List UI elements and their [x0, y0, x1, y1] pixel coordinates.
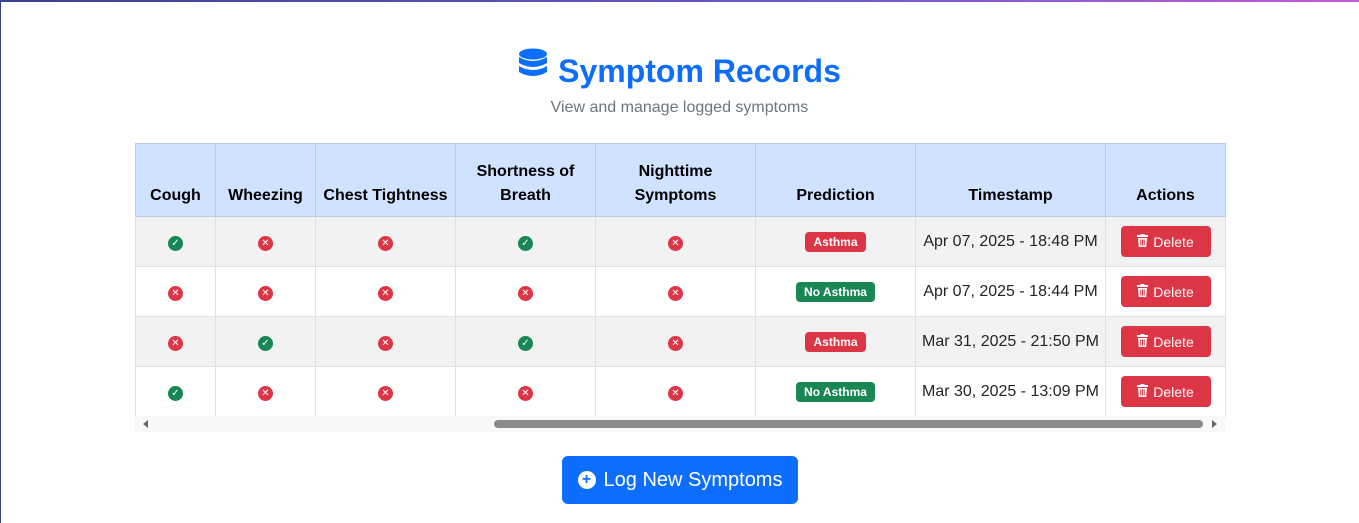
- cell-actions: Delete: [1105, 316, 1226, 367]
- column-header-wheezing: Wheezing: [215, 143, 316, 217]
- cell-shortness-of-breath: ✕: [455, 366, 596, 417]
- trash-icon: [1137, 233, 1149, 250]
- cell-actions: Delete: [1105, 216, 1226, 267]
- log-new-symptoms-label: Log New Symptoms: [603, 468, 783, 491]
- table-row: ✓ ✕ ✕ ✓ ✕ Asthma Apr 07, 2025 - 18:48 PM Delete: [135, 216, 1226, 267]
- cell-wheezing: ✕: [215, 216, 316, 267]
- prediction-badge: Asthma: [805, 231, 866, 252]
- prediction-badge: No Asthma: [796, 281, 875, 302]
- page-title: Symptom Records: [518, 48, 841, 93]
- column-header-nighttime-symptoms: Nighttime Symptoms: [595, 143, 756, 217]
- delete-button[interactable]: Delete: [1120, 326, 1211, 357]
- trash-icon: [1137, 333, 1149, 350]
- cell-chest-tightness: ✕: [315, 316, 456, 367]
- horizontal-scrollbar[interactable]: [135, 416, 1225, 432]
- delete-label: Delete: [1153, 233, 1194, 250]
- x-circle-icon: ✕: [258, 285, 273, 301]
- page-header: Symptom Records View and manage logged s…: [0, 48, 1359, 119]
- x-circle-icon: ✕: [258, 235, 273, 251]
- x-circle-icon: ✕: [378, 235, 393, 251]
- column-header-shortness-of-breath: Shortness of Breath: [455, 143, 596, 217]
- log-new-symptoms-button[interactable]: + Log New Symptoms: [562, 456, 798, 504]
- table-row: ✓ ✕ ✕ ✕ ✕ No Asthma Mar 30, 2025 - 13:09 PM Del…: [135, 366, 1226, 417]
- trash-icon: [1137, 283, 1149, 300]
- x-circle-icon: ✕: [378, 285, 393, 301]
- table-row: ✕ ✓ ✕ ✓ ✕ Asthma Mar 31, 2025 - 21:50 PM Delete: [135, 316, 1226, 367]
- records-table-container: Cough Wheezing Chest Tightness Shortness…: [135, 143, 1226, 417]
- cell-shortness-of-breath: ✕: [455, 266, 596, 317]
- cell-wheezing: ✕: [215, 366, 316, 417]
- cell-wheezing: ✕: [215, 266, 316, 317]
- x-circle-icon: ✕: [378, 335, 393, 351]
- x-circle-icon: ✕: [668, 385, 683, 401]
- x-circle-icon: ✕: [258, 385, 273, 401]
- check-circle-icon: ✓: [168, 385, 183, 401]
- x-circle-icon: ✕: [518, 385, 533, 401]
- check-circle-icon: ✓: [518, 335, 533, 351]
- cell-actions: Delete: [1105, 266, 1226, 317]
- symptom-records-table: Cough Wheezing Chest Tightness Shortness…: [135, 143, 1226, 417]
- cell-nighttime-symptoms: ✕: [595, 266, 756, 317]
- cell-wheezing: ✓: [215, 316, 316, 367]
- x-circle-icon: ✕: [668, 235, 683, 251]
- cell-chest-tightness: ✕: [315, 366, 456, 417]
- x-circle-icon: ✕: [168, 335, 183, 351]
- column-header-prediction: Prediction: [755, 143, 916, 217]
- delete-button[interactable]: Delete: [1120, 376, 1211, 407]
- plus-circle-icon: +: [577, 471, 596, 489]
- delete-label: Delete: [1153, 283, 1194, 300]
- page-title-text: Symptom Records: [558, 52, 841, 89]
- scrollbar-thumb[interactable]: [494, 420, 1203, 428]
- database-icon: [518, 48, 548, 93]
- x-circle-icon: ✕: [668, 335, 683, 351]
- cell-cough: ✓: [135, 366, 216, 417]
- delete-button[interactable]: Delete: [1120, 226, 1211, 257]
- check-circle-icon: ✓: [258, 335, 273, 351]
- x-circle-icon: ✕: [168, 285, 183, 301]
- column-header-timestamp: Timestamp: [915, 143, 1106, 217]
- scroll-right-arrow-icon[interactable]: [1212, 420, 1217, 428]
- prediction-badge: No Asthma: [796, 381, 875, 402]
- cell-nighttime-symptoms: ✕: [595, 366, 756, 417]
- cell-timestamp: Apr 07, 2025 - 18:48 PM: [915, 216, 1106, 267]
- delete-label: Delete: [1153, 333, 1194, 350]
- cell-nighttime-symptoms: ✕: [595, 316, 756, 367]
- cell-nighttime-symptoms: ✕: [595, 216, 756, 267]
- table-header-row: Cough Wheezing Chest Tightness Shortness…: [135, 143, 1226, 217]
- column-header-actions: Actions: [1105, 143, 1226, 217]
- cell-cough: ✓: [135, 216, 216, 267]
- delete-button[interactable]: Delete: [1120, 276, 1211, 307]
- cell-cough: ✕: [135, 266, 216, 317]
- x-circle-icon: ✕: [668, 285, 683, 301]
- table-row: ✕ ✕ ✕ ✕ ✕ No Asthma Apr 07, 2025 - 18:44 PM Del…: [135, 266, 1226, 317]
- column-header-chest-tightness: Chest Tightness: [315, 143, 456, 217]
- scroll-left-arrow-icon[interactable]: [143, 420, 148, 428]
- cell-prediction: No Asthma: [755, 366, 916, 417]
- prediction-badge: Asthma: [805, 331, 866, 352]
- cell-shortness-of-breath: ✓: [455, 216, 596, 267]
- cell-timestamp: Mar 31, 2025 - 21:50 PM: [915, 316, 1106, 367]
- cell-shortness-of-breath: ✓: [455, 316, 596, 367]
- check-circle-icon: ✓: [518, 235, 533, 251]
- trash-icon: [1137, 383, 1149, 400]
- delete-label: Delete: [1153, 383, 1194, 400]
- cell-cough: ✕: [135, 316, 216, 367]
- column-header-cough: Cough: [135, 143, 216, 217]
- top-accent-bar: [0, 0, 1359, 2]
- cell-timestamp: Mar 30, 2025 - 13:09 PM: [915, 366, 1106, 417]
- page-subtitle: View and manage logged symptoms: [550, 99, 809, 116]
- cell-chest-tightness: ✕: [315, 266, 456, 317]
- cell-actions: Delete: [1105, 366, 1226, 417]
- cell-prediction: Asthma: [755, 216, 916, 267]
- x-circle-icon: ✕: [378, 385, 393, 401]
- cell-chest-tightness: ✕: [315, 216, 456, 267]
- cell-prediction: Asthma: [755, 316, 916, 367]
- check-circle-icon: ✓: [168, 235, 183, 251]
- x-circle-icon: ✕: [518, 285, 533, 301]
- cell-timestamp: Apr 07, 2025 - 18:44 PM: [915, 266, 1106, 317]
- cell-prediction: No Asthma: [755, 266, 916, 317]
